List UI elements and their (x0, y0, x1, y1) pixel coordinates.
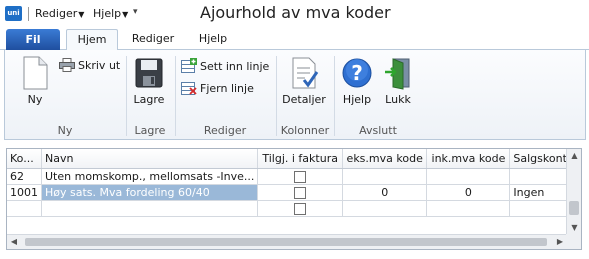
column-header-incl-vat-code[interactable]: ink.mva kode (426, 149, 511, 169)
caret-down-icon: ▼ (122, 10, 129, 19)
remove-row-icon (181, 82, 197, 95)
group-label-lagre: Lagre (134, 124, 166, 137)
insert-row-label: Sett inn linje (200, 60, 270, 73)
grid-header-row: Ko... Navn Tilgj. i faktura eks.mva kode… (7, 149, 581, 169)
quick-menu-rediger[interactable]: Rediger▼ (35, 7, 84, 20)
tab-home[interactable]: Hjem (66, 29, 118, 51)
scroll-down-arrow-icon[interactable]: ▼ (567, 221, 581, 235)
remove-row-button[interactable]: Fjern linje (181, 80, 254, 95)
svg-text:?: ? (351, 61, 363, 85)
print-button-label: Skriv ut (78, 59, 121, 72)
printer-icon (59, 58, 75, 72)
new-document-icon (23, 56, 48, 90)
column-header-name[interactable]: Navn (41, 149, 259, 169)
insert-row-icon (181, 58, 197, 73)
title-bar: uni Rediger▼ Hjelp▼ ▾ Ajourhold av mva k… (0, 0, 589, 28)
cell-incl-vat-code[interactable] (426, 200, 511, 217)
available-invoice-checkbox[interactable] (294, 186, 307, 199)
vertical-scrollbar[interactable]: ▲ ▼ (566, 149, 581, 235)
cell-available-invoice[interactable] (257, 200, 343, 217)
titlebar-separator (28, 7, 29, 21)
vat-codes-table: Ko... Navn Tilgj. i faktura eks.mva kode… (7, 149, 581, 217)
cell-excl-vat-code[interactable]: 0 (342, 184, 428, 201)
group-label-rediger: Rediger (203, 124, 247, 137)
exit-door-icon (385, 58, 410, 90)
window-title: Ajourhold av mva koder (200, 3, 391, 22)
column-header-excl-vat-code[interactable]: eks.mva kode (342, 149, 428, 169)
details-button-label: Detaljer (282, 93, 326, 106)
cell-incl-vat-code[interactable]: 0 (426, 184, 511, 201)
insert-row-button[interactable]: Sett inn linje (181, 58, 269, 73)
tab-edit[interactable]: Rediger (124, 29, 182, 51)
cell-name[interactable]: Uten momskomp., mellomsats -Inve... (41, 168, 259, 185)
details-button[interactable]: Detaljer (281, 56, 327, 106)
new-button[interactable]: Ny (15, 56, 55, 106)
quick-menu-hjelp[interactable]: Hjelp▼ (93, 7, 128, 20)
scroll-up-arrow-icon[interactable]: ▲ (567, 149, 581, 163)
table-row[interactable] (7, 200, 581, 217)
ribbon-panel: Ny Skriv ut Ny Lagre Lagre Sett inn linj… (4, 50, 586, 140)
tab-file[interactable]: Fil (6, 29, 60, 50)
group-label-ny: Ny (57, 124, 73, 137)
help-question-icon: ? (342, 58, 372, 88)
cell-code[interactable] (7, 200, 42, 217)
scroll-left-arrow-icon[interactable]: ◀ (7, 235, 21, 249)
app-logo-icon: uni (5, 6, 22, 21)
close-button-label: Lukk (385, 93, 411, 106)
horizontal-scroll-thumb[interactable] (25, 238, 547, 246)
column-header-available-invoice[interactable]: Tilgj. i faktura (257, 149, 343, 169)
scroll-right-arrow-icon[interactable]: ▶ (553, 235, 567, 249)
print-button[interactable]: Skriv ut (59, 58, 120, 72)
remove-row-label: Fjern linje (200, 82, 254, 95)
ribbon-tab-row: Fil Hjem Rediger Hjelp (0, 28, 589, 51)
cell-name[interactable] (41, 200, 259, 217)
group-label-kolonner: Kolonner (280, 124, 330, 137)
vertical-scroll-thumb[interactable] (569, 201, 579, 215)
ribbon-gap (0, 140, 589, 148)
available-invoice-checkbox[interactable] (294, 170, 307, 183)
available-invoice-checkbox[interactable] (294, 202, 307, 215)
group-label-avslutt: Avslutt (359, 124, 397, 137)
floppy-disk-icon (135, 58, 163, 88)
cell-code[interactable]: 62 (7, 168, 42, 185)
save-button[interactable]: Lagre (131, 56, 167, 106)
quick-menu-hjelp-label: Hjelp (93, 7, 122, 20)
tab-help[interactable]: Hjelp (190, 29, 236, 51)
help-button[interactable]: ? Hjelp (339, 56, 375, 106)
cell-code[interactable]: 1001 (7, 184, 42, 201)
cell-incl-vat-code[interactable] (426, 168, 511, 185)
table-row[interactable]: 1001 Høy sats. Mva fordeling 60/40 0 0 I… (7, 184, 581, 201)
horizontal-scrollbar[interactable]: ◀ ▶ (7, 234, 568, 249)
scrollbar-corner (566, 234, 581, 249)
cell-name[interactable]: Høy sats. Mva fordeling 60/40 (41, 184, 259, 201)
cell-available-invoice[interactable] (257, 184, 343, 201)
cell-available-invoice[interactable] (257, 168, 343, 185)
column-header-code[interactable]: Ko... (7, 149, 42, 169)
save-button-label: Lagre (133, 93, 165, 106)
quick-menu-rediger-label: Rediger (35, 7, 78, 20)
cell-excl-vat-code[interactable] (342, 168, 428, 185)
close-button[interactable]: Lukk (381, 56, 415, 106)
table-row[interactable]: 62 Uten momskomp., mellomsats -Inve... (7, 168, 581, 185)
new-button-label: Ny (27, 93, 43, 106)
cell-excl-vat-code[interactable] (342, 200, 428, 217)
help-button-label: Hjelp (342, 93, 372, 106)
vat-codes-grid[interactable]: Ko... Navn Tilgj. i faktura eks.mva kode… (6, 148, 582, 250)
caret-down-icon: ▼ (78, 10, 85, 19)
details-checklist-icon (292, 57, 319, 89)
customize-quick-access-icon[interactable]: ▾ (133, 7, 138, 17)
